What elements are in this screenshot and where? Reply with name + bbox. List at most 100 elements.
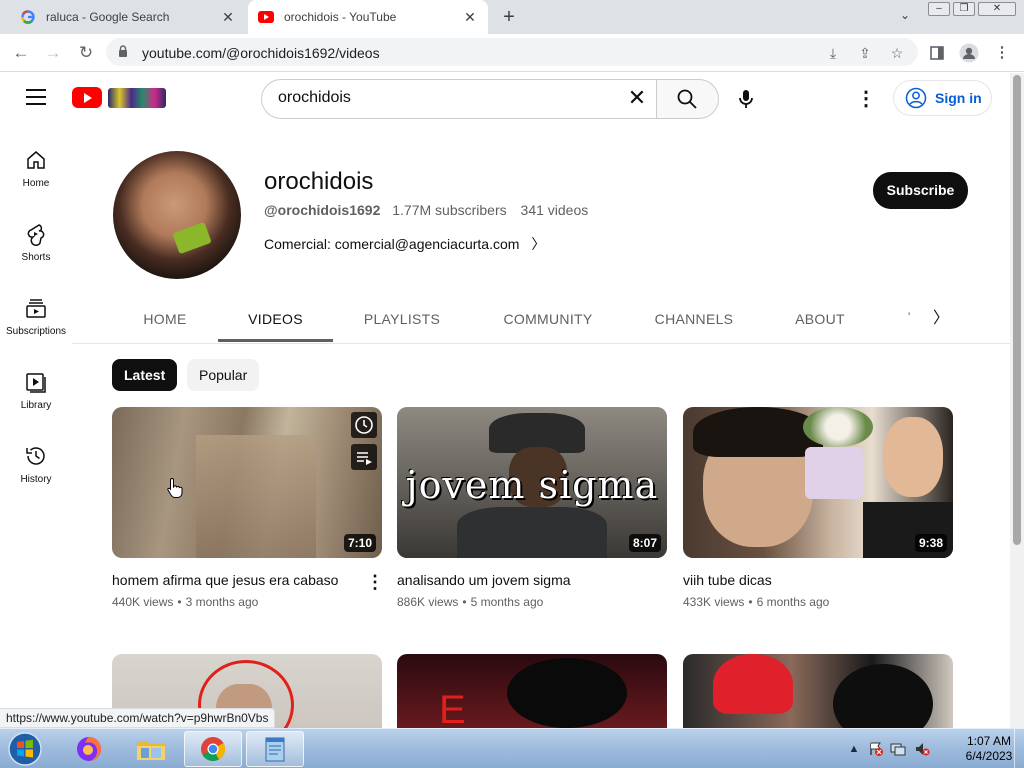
guide-item-home[interactable]: Home bbox=[0, 148, 72, 212]
separator-dot: • bbox=[177, 595, 182, 609]
profile-avatar-icon[interactable] bbox=[958, 42, 980, 64]
share-icon[interactable]: ⇪ bbox=[856, 44, 874, 62]
download-icon[interactable]: ⤓ bbox=[824, 44, 842, 62]
video-thumbnail[interactable]: 9:38 bbox=[683, 407, 953, 558]
thumbnail-mug bbox=[805, 447, 863, 499]
youtube-header: ✕ ⋮ Sign in bbox=[0, 73, 1010, 125]
tab-channels[interactable]: CHANNELS bbox=[640, 296, 748, 342]
upload-age: 3 months ago bbox=[185, 595, 259, 609]
search-icon bbox=[677, 89, 697, 109]
thumbnail-face bbox=[883, 417, 943, 497]
windows-start-button[interactable] bbox=[5, 730, 45, 768]
microphone-icon[interactable] bbox=[734, 87, 758, 111]
browser-menu-icon[interactable]: ⋮ bbox=[991, 42, 1013, 64]
guide-label: History bbox=[20, 474, 52, 485]
restore-window-button[interactable]: ❐ bbox=[953, 2, 975, 16]
search-box[interactable]: ✕ bbox=[261, 79, 657, 119]
chevron-right-icon[interactable]: 〉 bbox=[930, 308, 952, 330]
close-tab-icon[interactable]: ✕ bbox=[462, 9, 478, 25]
youtube-doodle-logo[interactable] bbox=[108, 88, 166, 108]
new-tab-button[interactable]: + bbox=[498, 6, 520, 28]
status-url-bubble: https://www.youtube.com/watch?v=p9hwrBn0… bbox=[0, 708, 276, 728]
video-count: 341 videos bbox=[520, 202, 589, 218]
video-title[interactable]: analisando um jovem sigma bbox=[397, 570, 667, 590]
scrollbar-thumb[interactable] bbox=[1013, 75, 1021, 545]
video-duration: 9:38 bbox=[914, 534, 947, 552]
more-options-icon[interactable]: ⋮ bbox=[856, 87, 876, 111]
video-metadata: 433K views • 6 months ago bbox=[683, 595, 953, 609]
video-title[interactable]: homem afirma que jesus era cabaso bbox=[112, 570, 382, 590]
network-icon[interactable] bbox=[890, 741, 906, 757]
account-icon bbox=[905, 87, 927, 109]
video-thumbnail[interactable]: 7:10 bbox=[112, 407, 382, 558]
channel-link-text: Comercial: comercial@agenciacurta.com bbox=[264, 236, 520, 252]
video-card[interactable]: 7:10 homem afirma que jesus era cabaso 4… bbox=[112, 407, 384, 609]
thumbnail-jacket bbox=[457, 507, 607, 558]
subscriber-count: 1.77M subscribers bbox=[392, 202, 507, 218]
close-tab-icon[interactable]: ✕ bbox=[220, 9, 236, 25]
guide-item-library[interactable]: Library bbox=[0, 370, 72, 434]
browser-tab-youtube[interactable]: orochidois - YouTube ✕ bbox=[248, 0, 488, 34]
file-explorer-icon[interactable] bbox=[122, 731, 180, 767]
reload-icon[interactable]: ↻ bbox=[75, 42, 97, 64]
tabs-overflow-fade: ' bbox=[908, 310, 911, 324]
watch-later-icon[interactable] bbox=[351, 412, 377, 438]
close-window-button[interactable]: ✕ bbox=[978, 2, 1016, 16]
notepad-icon[interactable] bbox=[246, 731, 304, 767]
search-input[interactable] bbox=[278, 89, 618, 107]
thumbnail-flowers bbox=[803, 407, 873, 447]
address-bar[interactable]: youtube.com/@orochidois1692/videos ⤓ ⇪ ☆ bbox=[106, 38, 918, 66]
show-desktop-button[interactable] bbox=[1014, 729, 1024, 768]
separator-dot: • bbox=[748, 595, 753, 609]
search-button[interactable] bbox=[656, 79, 719, 119]
taskbar-clock[interactable]: 1:07 AM 6/4/2023 bbox=[964, 734, 1014, 764]
guide-item-subscriptions[interactable]: Subscriptions bbox=[0, 296, 72, 360]
side-panel-icon[interactable] bbox=[926, 42, 948, 64]
guide-label: Library bbox=[20, 400, 52, 411]
video-thumbnail[interactable]: jovem sigma 8:07 bbox=[397, 407, 667, 558]
add-to-queue-icon[interactable] bbox=[351, 444, 377, 470]
tab-about[interactable]: ABOUT bbox=[780, 296, 860, 342]
forward-arrow-icon[interactable]: → bbox=[42, 42, 64, 64]
upload-age: 6 months ago bbox=[756, 595, 830, 609]
filter-chip-latest[interactable]: Latest bbox=[112, 359, 178, 391]
video-menu-icon[interactable]: ⋮ bbox=[366, 572, 384, 596]
channel-description-link[interactable]: Comercial: comercial@agenciacurta.com 〉 bbox=[264, 234, 545, 254]
video-duration: 8:07 bbox=[628, 534, 661, 552]
filter-chip-popular[interactable]: Popular bbox=[187, 359, 260, 391]
shorts-icon bbox=[27, 224, 45, 246]
firefox-icon[interactable] bbox=[60, 731, 118, 767]
video-card[interactable]: 9:38 viih tube dicas 433K views • 6 months… bbox=[683, 407, 953, 609]
back-arrow-icon[interactable]: ← bbox=[10, 42, 32, 64]
channel-avatar[interactable] bbox=[113, 151, 241, 279]
video-card[interactable]: jovem sigma 8:07 analisando um jovem sig… bbox=[397, 407, 667, 609]
guide-item-shorts[interactable]: Shorts bbox=[0, 222, 72, 286]
volume-muted-icon[interactable] bbox=[914, 741, 930, 757]
sign-in-button[interactable]: Sign in bbox=[893, 80, 992, 116]
subscribe-button[interactable]: Subscribe bbox=[873, 172, 968, 209]
url-text: youtube.com/@orochidois1692/videos bbox=[142, 45, 380, 61]
tab-search-chevron-icon[interactable]: ⌄ bbox=[896, 8, 914, 26]
action-center-icon[interactable] bbox=[868, 741, 884, 757]
tab-community[interactable]: COMMUNITY bbox=[490, 296, 606, 342]
browser-tab-google[interactable]: raluca - Google Search ✕ bbox=[0, 0, 246, 34]
show-hidden-icons-icon[interactable]: ▲ bbox=[846, 741, 862, 757]
tab-videos[interactable]: VIDEOS bbox=[218, 296, 333, 342]
windows-taskbar: ▲ 1:07 AM 6/4/2023 bbox=[0, 728, 1024, 768]
clock-date: 6/4/2023 bbox=[965, 749, 1013, 763]
youtube-logo[interactable] bbox=[72, 87, 102, 108]
google-icon bbox=[20, 9, 36, 25]
tab-home[interactable]: HOME bbox=[120, 296, 210, 342]
guide-item-history[interactable]: History bbox=[0, 444, 72, 508]
home-icon bbox=[27, 151, 45, 169]
view-count: 433K views bbox=[683, 595, 745, 609]
page-scrollbar[interactable] bbox=[1010, 73, 1024, 728]
tab-playlists[interactable]: PLAYLISTS bbox=[348, 296, 456, 342]
video-title[interactable]: viih tube dicas bbox=[683, 570, 953, 590]
clear-search-icon[interactable]: ✕ bbox=[626, 87, 648, 110]
thumbnail-image bbox=[507, 658, 627, 728]
chrome-icon[interactable] bbox=[184, 731, 242, 767]
bookmark-star-icon[interactable]: ☆ bbox=[888, 44, 906, 62]
minimize-window-button[interactable]: – bbox=[928, 2, 950, 16]
hamburger-menu-icon[interactable] bbox=[26, 89, 46, 105]
